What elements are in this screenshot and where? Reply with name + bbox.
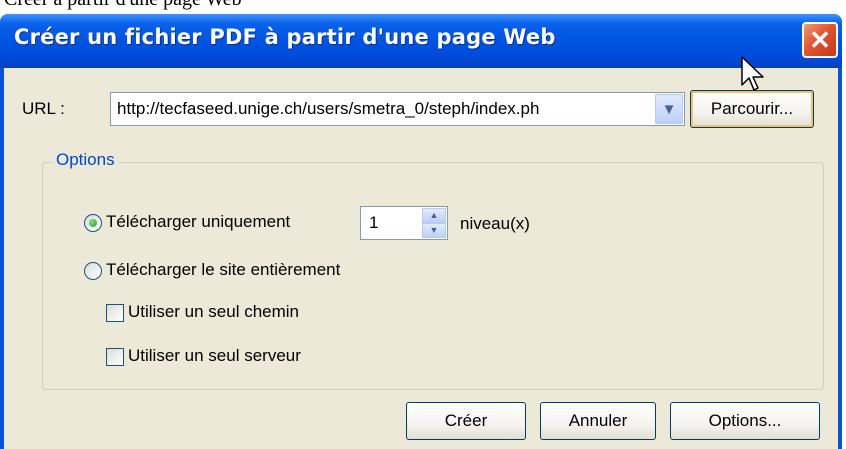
radio-selected-dot [89, 219, 97, 227]
levels-unit-label: niveau(x) [460, 214, 530, 233]
mouse-pointer-icon [741, 56, 764, 91]
single-path-label[interactable]: Utiliser un seul chemin [128, 302, 299, 322]
window-title: Créer un fichier PDF à partir d'une page… [14, 25, 556, 49]
download-all-label[interactable]: Télécharger le site entièrement [106, 260, 340, 280]
cancel-button[interactable]: Annuler [540, 402, 656, 440]
single-server-checkbox[interactable] [106, 348, 124, 366]
options-group-title: Options [52, 150, 119, 170]
spin-down-icon[interactable]: ▼ [422, 223, 446, 238]
dialog-body: URL : http://tecfaseed.unige.ch/users/sm… [4, 68, 838, 449]
single-path-checkbox[interactable] [106, 304, 124, 322]
page-caption: Créer à partir d'une page Web [4, 0, 242, 11]
title-bar[interactable]: Créer un fichier PDF à partir d'une page… [0, 14, 842, 68]
url-combobox[interactable]: http://tecfaseed.unige.ch/users/smetra_0… [110, 92, 685, 126]
chevron-down-icon[interactable]: ▼ [655, 94, 683, 124]
spin-up-icon[interactable]: ▲ [422, 208, 446, 223]
levels-stepper[interactable]: 1 ▲ ▼ [360, 206, 448, 240]
single-server-label[interactable]: Utiliser un seul serveur [128, 346, 301, 366]
browse-button[interactable]: Parcourir... [690, 90, 814, 128]
download-all-radio[interactable] [84, 262, 102, 280]
options-button[interactable]: Options... [670, 402, 820, 440]
dialog-window: Créer un fichier PDF à partir d'une page… [0, 14, 842, 449]
url-input[interactable]: http://tecfaseed.unige.ch/users/smetra_0… [117, 99, 539, 119]
levels-input[interactable]: 1 [369, 213, 378, 233]
url-label: URL : [22, 99, 65, 118]
close-icon[interactable]: ✕ [802, 22, 838, 58]
create-button[interactable]: Créer [406, 402, 526, 440]
download-only-label[interactable]: Télécharger uniquement [106, 212, 290, 232]
download-only-radio[interactable] [84, 214, 102, 232]
